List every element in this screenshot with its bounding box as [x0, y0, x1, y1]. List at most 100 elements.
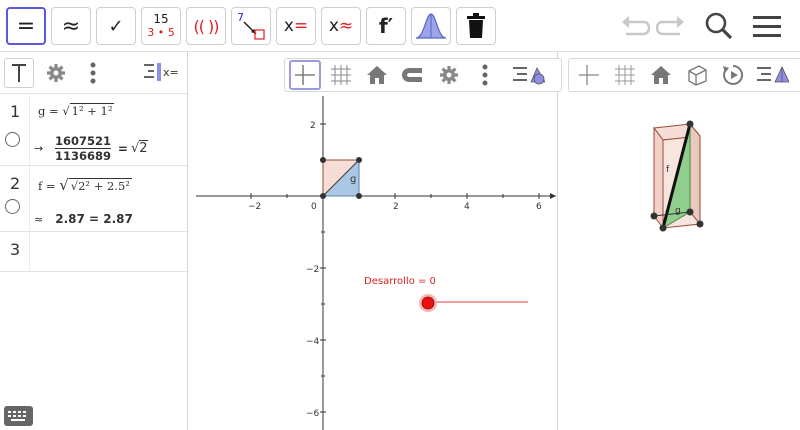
point[interactable]: [320, 193, 326, 199]
row-number-cell: 3: [0, 232, 30, 271]
point[interactable]: [659, 224, 667, 232]
show-axes-3d-button[interactable]: [573, 60, 605, 90]
fraction-denominator: 1136689: [55, 149, 112, 163]
graphics-view[interactable]: −2 0 2 4 6 2 −2 −4 −6 g Desarrollo = 0: [196, 52, 562, 430]
point[interactable]: [356, 193, 362, 199]
axes-icon: [579, 65, 599, 85]
gear-icon: [440, 66, 458, 84]
algebra-row-3[interactable]: 3: [0, 232, 187, 272]
main-menu-button[interactable]: [750, 10, 784, 42]
solve-button[interactable]: x =: [276, 7, 316, 45]
y-tick-label: 2: [310, 121, 316, 131]
factor-button[interactable]: 15 3 • 5: [141, 7, 181, 45]
algebra-settings-button[interactable]: [46, 63, 66, 87]
x-tick-label: 6: [536, 202, 542, 212]
standard-view-button[interactable]: [361, 60, 393, 90]
clipping-box-button[interactable]: [681, 60, 713, 90]
graphics-style-toggle-button[interactable]: [513, 60, 545, 90]
rotate-view-button[interactable]: [717, 60, 749, 90]
row-number: 3: [10, 240, 21, 259]
expand-button[interactable]: (( )): [186, 7, 226, 45]
algebra-row-1[interactable]: 1 g = √ 1² + 1² → 1607521 1136689 = √2: [0, 94, 187, 166]
magnet-icon: [402, 68, 422, 82]
graphics-3d-canvas[interactable]: f g: [566, 52, 800, 430]
point[interactable]: [650, 212, 658, 220]
visibility-toggle[interactable]: [5, 199, 20, 214]
graphics-3d-style-toggle-button[interactable]: [757, 60, 789, 90]
row-number: 1: [10, 102, 21, 121]
search-button[interactable]: [702, 10, 736, 42]
nsolve-x-text: x: [328, 16, 339, 36]
graphics-3d-view[interactable]: f g: [566, 52, 800, 430]
numeric-solve-button[interactable]: x ≈: [321, 7, 361, 45]
point[interactable]: [696, 220, 704, 228]
svg-text:x=: x=: [163, 66, 179, 79]
point[interactable]: [686, 120, 694, 128]
show-axes-button[interactable]: [289, 60, 321, 90]
search-icon: [705, 12, 733, 40]
factor-top-text: 15: [153, 12, 169, 26]
style-bar-icon: [513, 67, 545, 85]
derivative-button[interactable]: f′: [366, 7, 406, 45]
algebra-style-button[interactable]: x=: [144, 63, 180, 87]
redo-button[interactable]: [654, 10, 688, 42]
keep-input-button[interactable]: ✓: [96, 7, 136, 45]
substitute-button[interactable]: 7: [231, 7, 271, 45]
algebra-row-2[interactable]: 2 f = √ √2² + 2.5² ≈2.87 = 2.87: [0, 166, 187, 232]
parentheses-icon: (( )): [193, 16, 219, 36]
sqrt-symbol: √: [70, 179, 79, 193]
point-capturing-button[interactable]: [397, 60, 429, 90]
svg-text:7: 7: [237, 11, 244, 24]
trash-icon: [467, 13, 485, 38]
graphics-settings-button[interactable]: [433, 60, 465, 90]
graphics-3d-style-bar: [568, 58, 800, 92]
standard-view-3d-button[interactable]: [645, 60, 677, 90]
graphics-canvas[interactable]: −2 0 2 4 6 2 −2 −4 −6 g Desarrollo = 0: [196, 52, 558, 430]
y-tick-label: −4: [306, 337, 320, 347]
text-input-button[interactable]: [4, 58, 34, 88]
row-2-definition: f = √ √2² + 2.5²: [38, 176, 132, 194]
point[interactable]: [320, 157, 326, 163]
row-2-output: ≈2.87 = 2.87: [34, 212, 133, 226]
x-axis-arrow: [550, 193, 556, 199]
algebra-more-button[interactable]: [90, 62, 96, 88]
cube-icon: [688, 65, 707, 86]
grid-icon: [331, 65, 351, 85]
outer-radicand: √2² + 2.5²: [68, 178, 132, 193]
delete-button[interactable]: [456, 7, 496, 45]
home-icon: [367, 66, 387, 84]
output-value: 2.87 = 2.87: [55, 212, 133, 226]
keyboard-button[interactable]: [4, 406, 33, 426]
grid-icon: [615, 65, 635, 85]
row-number-cell: 1: [0, 94, 30, 165]
symbolic-evaluate-button[interactable]: =: [6, 7, 46, 45]
show-grid-3d-button[interactable]: [609, 60, 641, 90]
rotate-icon: [723, 64, 744, 85]
point[interactable]: [686, 208, 694, 216]
point[interactable]: [356, 157, 362, 163]
normal-distribution-icon: [415, 13, 447, 39]
graphics-style-bar: [284, 58, 562, 92]
graphics-more-button[interactable]: [469, 60, 501, 90]
algebra-style-icon: x=: [144, 63, 179, 81]
slider-label: Desarrollo = 0: [364, 276, 436, 287]
sqrt-symbol: √: [62, 104, 70, 118]
x-tick-label: 4: [464, 202, 470, 212]
text-t-icon: [12, 64, 26, 82]
numeric-evaluate-button[interactable]: ≈: [51, 7, 91, 45]
def-lhs: f =: [38, 179, 60, 193]
slider-handle[interactable]: [421, 296, 435, 310]
sqrt-symbol: √: [130, 141, 140, 156]
segment-g-label: g: [350, 174, 356, 185]
show-grid-button[interactable]: [325, 60, 357, 90]
probability-calculator-button[interactable]: [411, 7, 451, 45]
derivative-icon: f′: [379, 14, 393, 38]
visibility-toggle[interactable]: [5, 132, 20, 147]
algebra-view: x= 1 g = √ 1² + 1² → 1607521 1136689 = √2 …: [0, 52, 188, 430]
redo-icon: [656, 16, 684, 36]
more-vertical-icon: [90, 62, 96, 84]
style-bar-icon: [757, 66, 789, 83]
cas-toolbar: = ≈ ✓ 15 3 • 5 (( )) 7 x = x ≈ f′: [0, 0, 800, 52]
undo-button[interactable]: [618, 10, 652, 42]
axes-icon: [295, 65, 315, 85]
